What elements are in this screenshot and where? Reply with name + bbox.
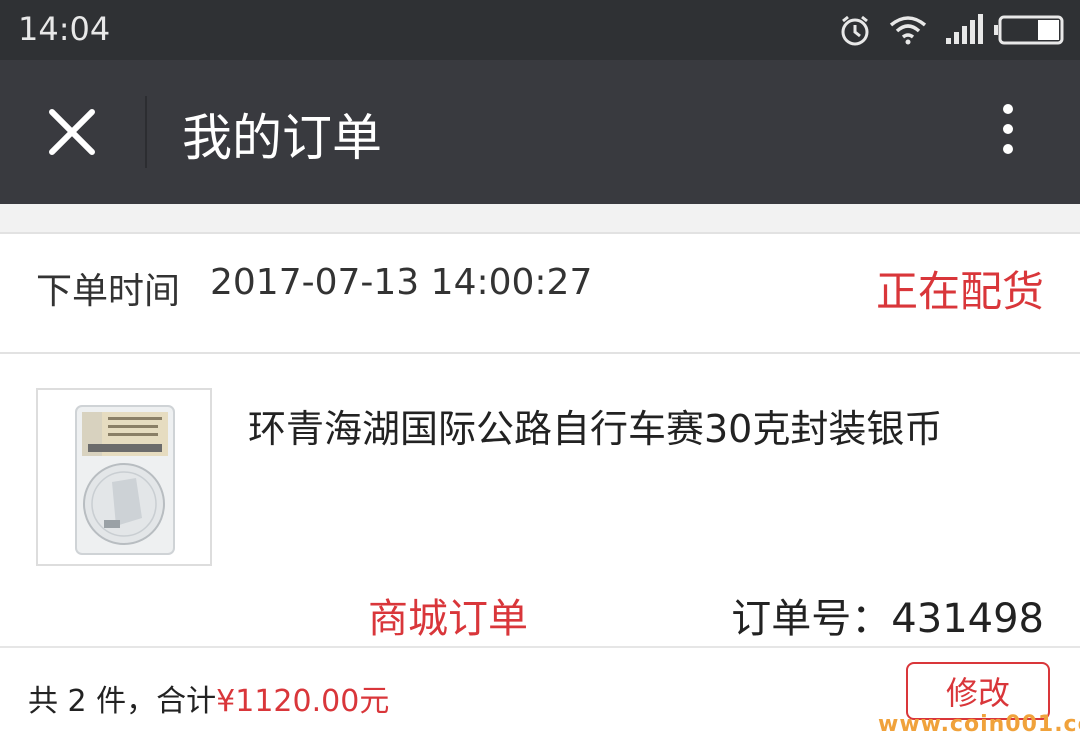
- close-icon: [49, 109, 95, 155]
- order-type: 商城订单: [368, 596, 528, 642]
- status-time: 14:04: [18, 10, 111, 48]
- order-number: 订单号：431498: [731, 586, 1044, 644]
- wifi-icon: [889, 16, 927, 45]
- more-vertical-icon: [984, 104, 1032, 154]
- order-number-label: 订单号：: [731, 596, 892, 642]
- product-thumbnail[interactable]: [36, 388, 212, 566]
- total-amount: ¥1120.00元: [216, 684, 390, 719]
- status-bar: 14:04: [0, 0, 1080, 60]
- watermark: www.coin001.com: [878, 712, 1080, 737]
- battery-icon: [994, 15, 1064, 45]
- order-time-label: 下单时间: [36, 271, 181, 312]
- alarm-icon: [841, 15, 869, 46]
- close-button[interactable]: [30, 90, 114, 174]
- title-divider: [145, 96, 147, 168]
- summary-prefix: 共 2 件，合计: [28, 684, 217, 719]
- order-status: 正在配货: [875, 267, 1044, 316]
- order-card[interactable]: 下单时间 2017-07-13 14:00:27 正在配货 环青海湖国际公路自行…: [0, 232, 1080, 648]
- section-gap: [0, 204, 1080, 232]
- page-title: 我的订单: [182, 109, 382, 167]
- order-number-value: 431498: [891, 596, 1044, 642]
- order-header: 下单时间 2017-07-13 14:00:27 正在配货: [0, 234, 1080, 354]
- more-button[interactable]: [984, 98, 1032, 166]
- title-bar: 我的订单: [0, 60, 1080, 204]
- order-summary: 共 2 件，合计¥1120.00元: [28, 676, 389, 720]
- product-name[interactable]: 环青海湖国际公路自行车赛30克封装银币: [248, 398, 942, 453]
- order-time-value: 2017-07-13 14:00:27: [210, 262, 593, 303]
- signal-icon: [946, 14, 983, 44]
- coin-image: [75, 405, 175, 555]
- order-footer: 共 2 件，合计¥1120.00元 修改: [0, 646, 1080, 754]
